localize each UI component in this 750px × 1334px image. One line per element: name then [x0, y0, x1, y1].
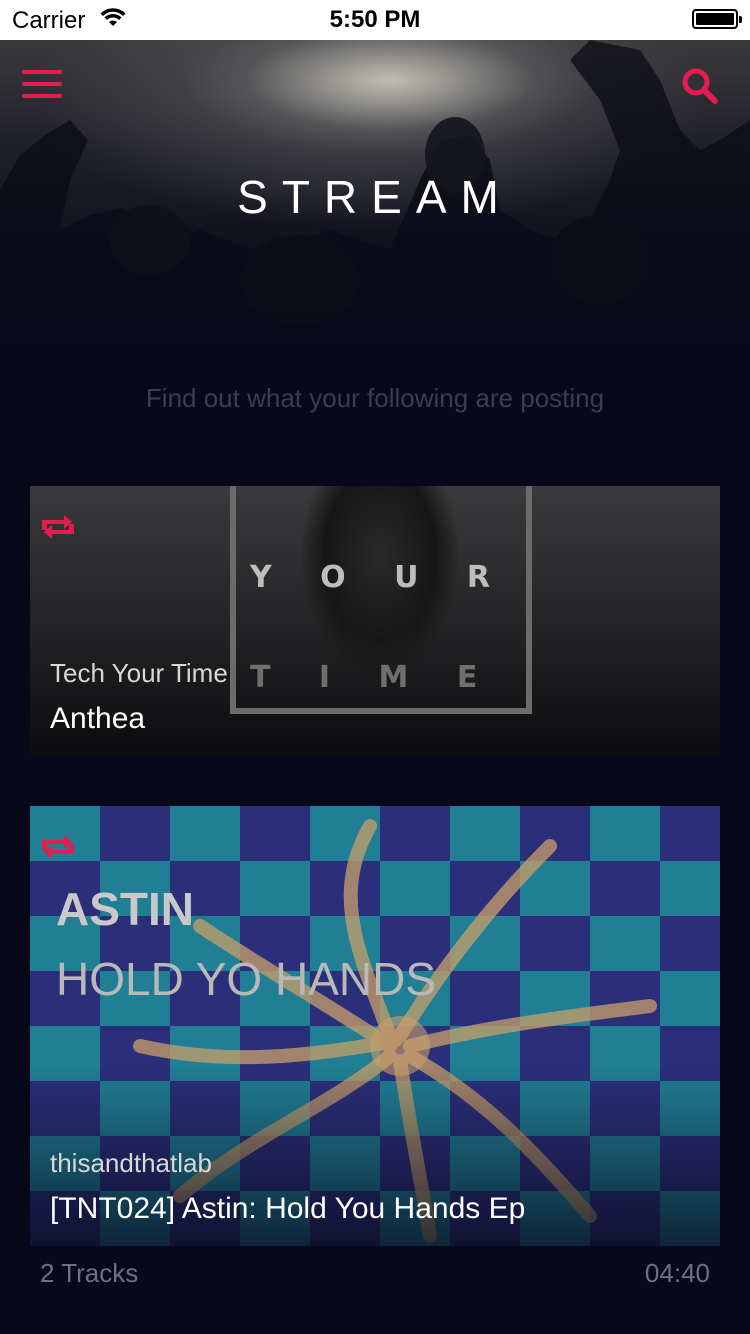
page-subtitle: Find out what your following are posting	[145, 383, 605, 413]
artwork-text: T I M E	[250, 660, 478, 695]
stream-card[interactable]: Y O U R T I M E Tech Your Time Anthea	[30, 486, 720, 756]
stream-header: STREAM	[0, 40, 750, 360]
clock: 5:50 PM	[329, 6, 421, 33]
repost-icon	[42, 835, 74, 859]
menu-button[interactable]	[22, 70, 62, 102]
tracks-count: 2 Tracks	[40, 1258, 139, 1288]
status-bar: Carrier 5:50 PM	[0, 0, 750, 40]
card-track-title: Anthea	[50, 702, 146, 735]
repost-icon	[42, 515, 74, 539]
search-icon[interactable]	[680, 66, 720, 106]
artwork-text: HOLD YO HANDS	[56, 953, 437, 1005]
stream-card[interactable]: ASTIN HOLD YO HANDS thisandthatlab [TNT0…	[30, 806, 720, 1246]
menu-bar	[22, 94, 62, 98]
page-title: STREAM	[237, 171, 513, 223]
card-user: Tech Your Time	[50, 658, 228, 688]
menu-bar	[22, 70, 62, 74]
artwork-text: Y O U R	[250, 560, 491, 595]
battery-icon	[692, 9, 742, 29]
menu-bar	[22, 82, 62, 86]
card-track-title: [TNT024] Astin: Hold You Hands Ep	[50, 1192, 526, 1225]
card-user: thisandthatlab	[50, 1148, 212, 1178]
artwork-text: ASTIN	[56, 883, 194, 935]
duration: 04:40	[644, 1258, 710, 1288]
